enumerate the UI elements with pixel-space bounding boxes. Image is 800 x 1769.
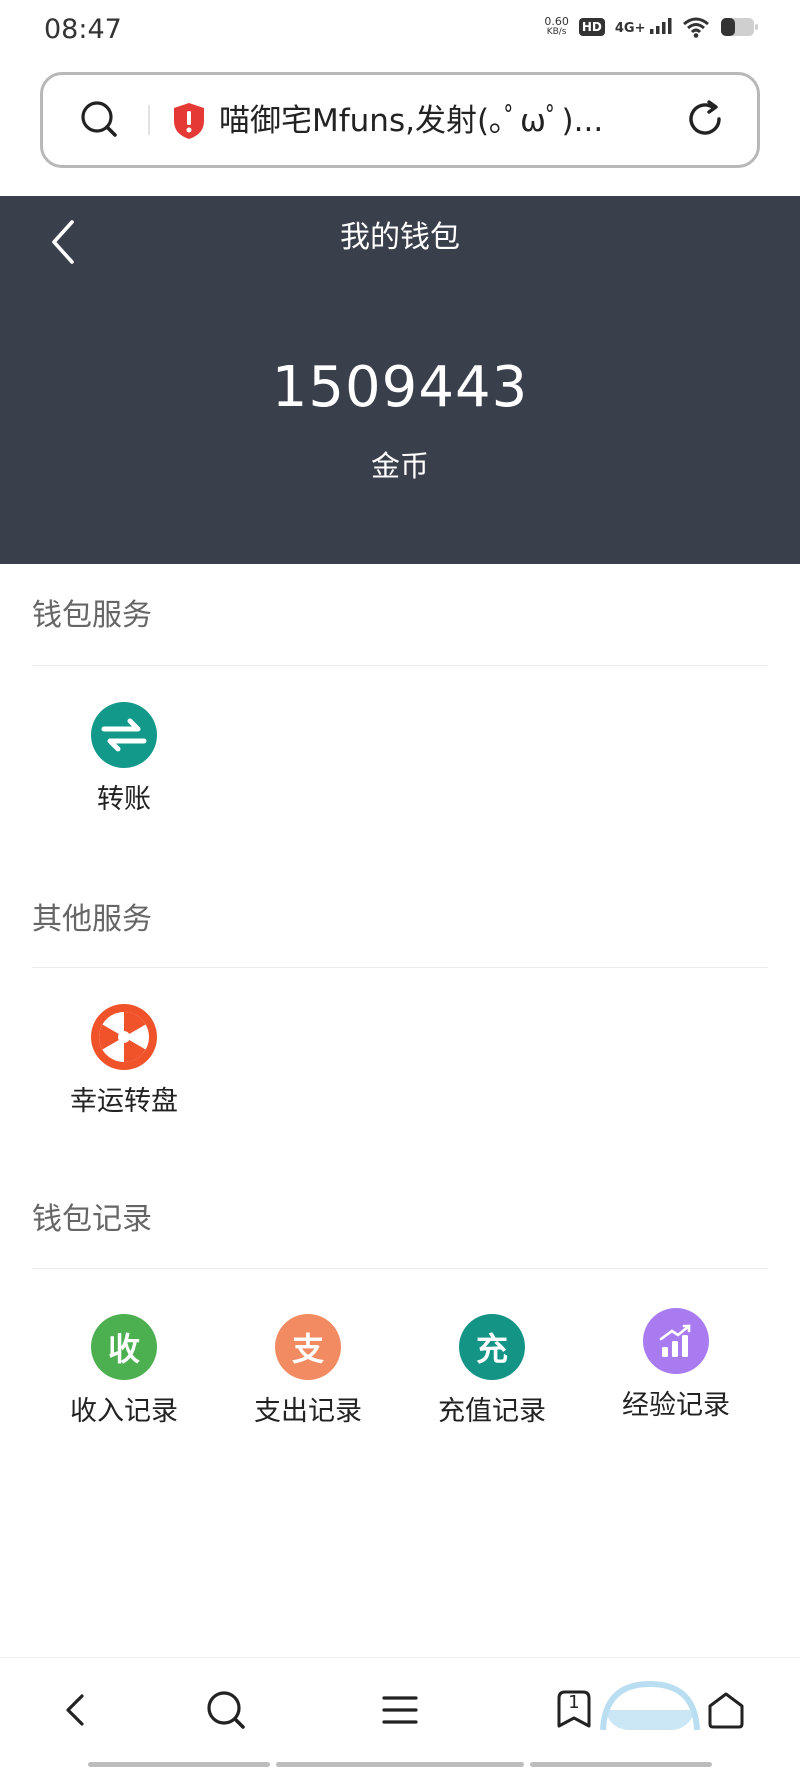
network-type: 4G+	[615, 18, 672, 36]
status-bar: 08:47 0.60 KB/s HD 4G+	[0, 0, 800, 62]
wifi-icon	[683, 17, 709, 38]
page-title: 我的钱包	[340, 220, 460, 255]
section-title-other-services: 其他服务	[32, 902, 152, 937]
gesture-handle	[88, 1762, 270, 1767]
bottom-nav: 1	[0, 1657, 800, 1769]
transfer-label: 转账	[97, 784, 151, 815]
net-speed-value: 0.60	[544, 15, 569, 28]
net-speed-unit: KB/s	[546, 27, 567, 37]
transfer-icon	[91, 702, 157, 768]
experience-chart-icon	[643, 1308, 709, 1374]
divider	[32, 1268, 768, 1269]
experience-records-tile[interactable]: 经验记录	[584, 1308, 768, 1424]
status-icons: 0.60 KB/s HD 4G+	[544, 16, 760, 38]
page-url-title[interactable]: 喵御宅Mfuns,发射(｡ﾟωﾟ)...	[219, 101, 669, 141]
section-title-wallet-records: 钱包记录	[32, 1202, 152, 1237]
wallet-header: 我的钱包 1509443 金币	[0, 196, 800, 564]
hd-badge: HD	[578, 18, 605, 36]
divider	[32, 967, 768, 968]
nav-home-button[interactable]	[696, 1680, 756, 1740]
reload-icon[interactable]	[683, 97, 727, 145]
nav-menu-button[interactable]	[370, 1680, 430, 1740]
expense-records-label: 支出记录	[254, 1396, 362, 1427]
url-bar[interactable]: 喵御宅Mfuns,发射(｡ﾟωﾟ)...	[40, 72, 760, 168]
nav-search-button[interactable]	[196, 1680, 256, 1740]
divider	[32, 665, 768, 666]
gesture-handle	[530, 1762, 712, 1767]
lucky-wheel-tile[interactable]: 幸运转盘	[32, 1004, 216, 1120]
home-icon	[708, 1692, 744, 1729]
transfer-tile[interactable]: 转账	[32, 702, 216, 818]
expense-records-tile[interactable]: 支 支出记录	[216, 1314, 400, 1430]
search-icon[interactable]	[79, 99, 119, 143]
cellular-signal-icon	[650, 18, 672, 34]
net-speed: 0.60 KB/s	[544, 16, 569, 38]
battery-icon	[721, 18, 758, 36]
experience-records-label: 经验记录	[622, 1390, 730, 1421]
mascot-icon	[600, 1680, 700, 1731]
status-time: 08:47	[44, 14, 122, 45]
balance-amount: 1509443	[271, 355, 529, 420]
expense-icon: 支	[275, 1314, 341, 1380]
lucky-wheel-icon	[91, 1004, 157, 1070]
income-records-label: 收入记录	[70, 1396, 178, 1427]
url-separator	[148, 105, 150, 135]
chevron-left-icon	[66, 1694, 84, 1726]
page: 08:47 0.60 KB/s HD 4G+ 喵御宅Mfuns,发射(｡ﾟωﾟ)…	[0, 0, 800, 1769]
nav-back-button[interactable]	[46, 1680, 106, 1740]
recharge-records-tile[interactable]: 充 充值记录	[400, 1314, 584, 1430]
balance-currency: 金币	[370, 449, 429, 483]
income-records-tile[interactable]: 收 收入记录	[32, 1314, 216, 1430]
recharge-icon: 充	[459, 1314, 525, 1380]
menu-icon	[382, 1696, 418, 1724]
gesture-handle	[276, 1762, 524, 1767]
section-title-wallet-services: 钱包服务	[32, 598, 152, 633]
recharge-records-label: 充值记录	[438, 1396, 546, 1427]
income-icon: 收	[91, 1314, 157, 1380]
security-shield-icon[interactable]	[171, 101, 207, 145]
network-type-label: 4G+	[614, 21, 646, 36]
search-icon	[207, 1691, 245, 1729]
lucky-wheel-label: 幸运转盘	[70, 1086, 178, 1117]
